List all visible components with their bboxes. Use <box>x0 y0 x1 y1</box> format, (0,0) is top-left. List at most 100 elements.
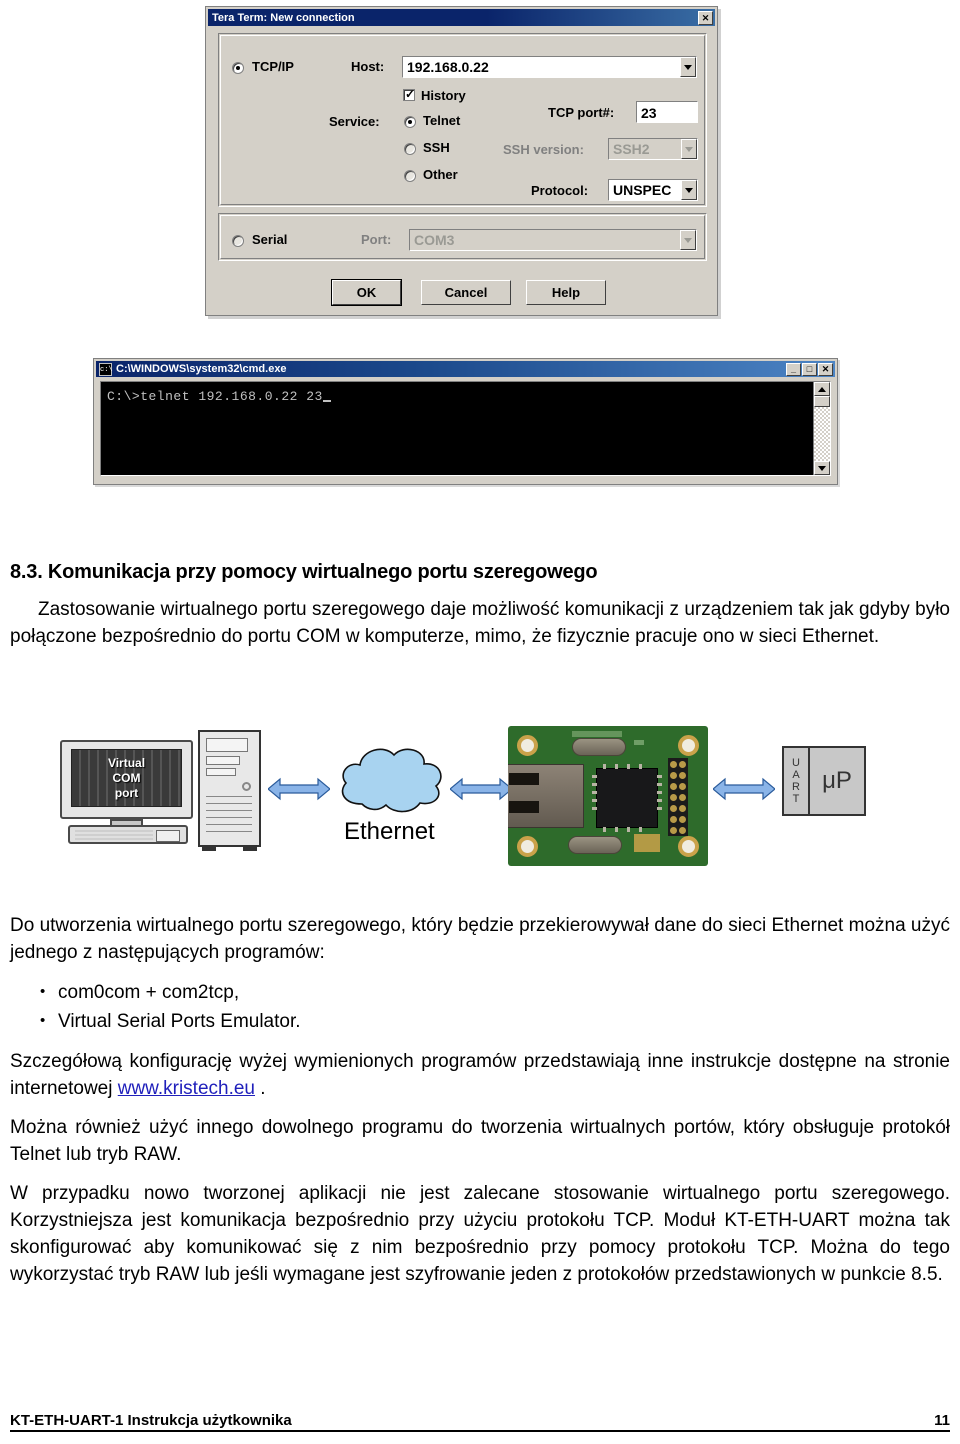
serial-port-value: COM3 <box>414 232 455 248</box>
monitor-text-line2: COM <box>112 770 141 785</box>
chevron-down-icon[interactable] <box>680 57 696 77</box>
ethernet-label: Ethernet <box>344 818 435 845</box>
mcu-label-column: μP <box>810 748 864 814</box>
uart-letter: T <box>792 793 800 805</box>
cursor-caret <box>322 400 331 402</box>
scroll-down-icon[interactable] <box>814 461 830 475</box>
ethernet-cloud-icon <box>334 742 444 814</box>
mcu-label: μP <box>822 767 852 794</box>
help-button[interactable]: Help <box>526 280 606 305</box>
cancel-button[interactable]: Cancel <box>421 280 511 305</box>
tera-term-title-bar[interactable]: Tera Term: New connection ✕ <box>208 9 715 26</box>
kt-eth-uart-board-image <box>508 726 708 866</box>
uart-mcu-block: U A R T μP <box>782 746 866 816</box>
ok-button[interactable]: OK <box>331 279 402 306</box>
chevron-down-icon[interactable] <box>681 139 697 159</box>
port-label: Port: <box>361 232 392 247</box>
service-telnet-label: Telnet <box>423 113 461 128</box>
history-checkbox[interactable]: ✓ <box>403 88 415 101</box>
document-body-lower: Do utworzenia wirtualnego portu szeregow… <box>0 900 960 1288</box>
intro-paragraph: Zastosowanie wirtualnego portu szeregowe… <box>10 599 950 647</box>
tower-vents <box>206 796 252 838</box>
tower-foot <box>243 845 257 851</box>
ssh-version-value: SSH2 <box>613 141 650 157</box>
history-label: History <box>421 88 466 103</box>
monitor-illustration: Virtual COM port <box>60 740 193 844</box>
chevron-down-icon[interactable] <box>680 230 696 250</box>
uart-letter: U <box>792 757 800 769</box>
list-item: Virtual Serial Ports Emulator. <box>40 1006 960 1036</box>
page-number: 11 <box>934 1412 950 1429</box>
service-other-radio[interactable] <box>404 170 416 182</box>
tower-power-button <box>242 782 251 791</box>
service-label: Service: <box>329 114 380 129</box>
ssh-version-combobox[interactable]: SSH2 <box>608 138 698 160</box>
tower-drive-bay <box>206 768 236 776</box>
close-icon[interactable]: ✕ <box>818 362 833 376</box>
uart-label-column: U A R T <box>784 748 810 814</box>
protocol-combobox[interactable]: UNSPEC <box>608 179 698 201</box>
chevron-down-icon[interactable] <box>681 180 697 200</box>
keyboard-keys <box>75 830 153 842</box>
service-telnet-radio[interactable] <box>404 116 416 128</box>
service-other-label: Other <box>423 167 458 182</box>
uart-letter: A <box>792 769 800 781</box>
double-arrow-icon <box>713 776 775 802</box>
cmd-scrollbar[interactable] <box>813 382 830 475</box>
monitor-text-line1: Virtual <box>107 755 146 770</box>
console-icon: c:\ <box>99 362 113 376</box>
host-input[interactable]: 192.168.0.22 <box>403 59 680 75</box>
service-ssh-label: SSH <box>423 140 450 155</box>
host-combobox[interactable]: 192.168.0.22 <box>402 56 697 78</box>
protocol-value: UNSPEC <box>613 182 672 198</box>
kristech-website-link[interactable]: www.kristech.eu <box>118 1078 255 1099</box>
other-programs-paragraph: Można również użyć innego dowolnego prog… <box>10 1117 950 1165</box>
tower-foot <box>202 845 216 851</box>
scrollbar-track[interactable] <box>814 407 830 461</box>
service-ssh-radio[interactable] <box>404 143 416 155</box>
cmd-console-area[interactable]: C:\>telnet 192.168.0.22 23 <box>100 381 831 476</box>
recommendation-paragraph: W przypadku nowo tworzonej aplikacji nie… <box>10 1183 950 1285</box>
monitor-screen: Virtual COM port <box>71 749 182 807</box>
minimize-icon[interactable]: _ <box>786 362 801 376</box>
page-title: 8.3. Komunikacja przy pomocy wirtualnego… <box>10 561 598 583</box>
cmd-command-line: C:\>telnet 192.168.0.22 23 <box>107 389 323 404</box>
cmd-console-text: C:\>telnet 192.168.0.22 23 <box>101 382 813 475</box>
config-text-part2: . <box>255 1078 266 1099</box>
host-label: Host: <box>351 59 385 74</box>
page-footer: KT-ETH-UART-1 Instrukcja użytkownika 11 <box>10 1412 950 1432</box>
monitor-text-line3: port <box>114 785 139 800</box>
pc-tower-illustration <box>198 730 261 851</box>
document-body: 8.3. Komunikacja przy pomocy wirtualnego… <box>0 545 960 650</box>
double-arrow-icon <box>268 776 330 802</box>
scroll-up-icon[interactable] <box>814 382 830 396</box>
tera-term-title: Tera Term: New connection <box>212 11 355 24</box>
serial-port-combobox[interactable]: COM3 <box>409 229 697 251</box>
protocol-label: Protocol: <box>531 183 589 198</box>
config-paragraph: Szczegółową konfigurację wyżej wymienion… <box>10 1048 950 1102</box>
double-arrow-icon <box>450 776 512 802</box>
serial-radio[interactable] <box>232 235 244 247</box>
tcp-port-input[interactable]: 23 <box>636 101 698 123</box>
tower-drive-bay <box>206 756 240 765</box>
architecture-figure: Virtual COM port Ethernet U A R T μP <box>0 718 960 876</box>
scrollbar-thumb[interactable] <box>814 396 830 407</box>
list-item: com0com + com2tcp, <box>40 977 960 1007</box>
uart-letter: R <box>792 781 800 793</box>
cmd-window: c:\ C:\WINDOWS\system32\cmd.exe _ □ ✕ C:… <box>93 358 838 485</box>
tera-term-dialog: Tera Term: New connection ✕ TCP/IP Host:… <box>205 6 718 316</box>
maximize-icon[interactable]: □ <box>802 362 817 376</box>
tcpip-radio[interactable] <box>232 62 244 74</box>
keyboard-numpad <box>156 830 180 842</box>
tower-drive-bay <box>206 738 248 752</box>
tcpip-label: TCP/IP <box>252 59 294 74</box>
tcp-port-label: TCP port#: <box>548 105 615 120</box>
serial-label: Serial <box>252 232 288 247</box>
programs-intro-paragraph: Do utworzenia wirtualnego portu szeregow… <box>10 915 950 963</box>
close-icon[interactable]: ✕ <box>698 10 713 25</box>
ssh-version-label: SSH version: <box>503 142 584 157</box>
cmd-title-bar[interactable]: c:\ C:\WINDOWS\system32\cmd.exe _ □ ✕ <box>96 361 835 377</box>
cmd-title: C:\WINDOWS\system32\cmd.exe <box>116 363 287 375</box>
footer-document-title: KT-ETH-UART-1 Instrukcja użytkownika <box>10 1412 292 1429</box>
programs-list: com0com + com2tcp, Virtual Serial Ports … <box>0 977 960 1036</box>
